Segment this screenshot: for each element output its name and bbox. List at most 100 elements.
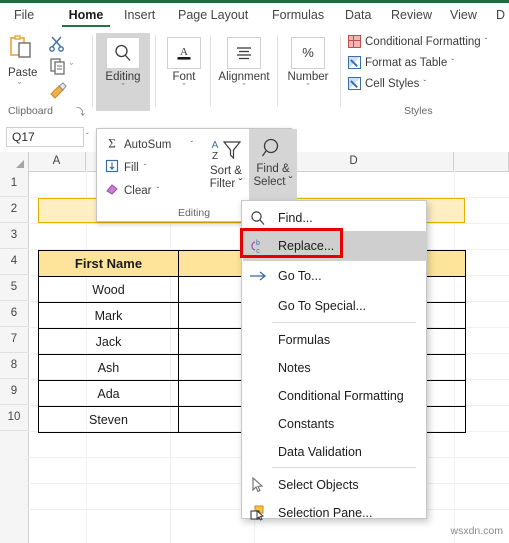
- number-caret-icon[interactable]: ˇ: [280, 83, 336, 92]
- cell-styles-icon: [348, 77, 361, 90]
- underlined-a-icon: A: [167, 37, 201, 69]
- sort-filter-icon: A Z: [204, 135, 248, 165]
- menu-item-data-validation[interactable]: Data Validation: [243, 437, 427, 467]
- ribbon-group-editing[interactable]: Editing ˇ: [96, 33, 150, 111]
- column-header-a[interactable]: A: [28, 152, 86, 171]
- svg-text:b: b: [256, 240, 260, 247]
- cell-first-name[interactable]: Steven: [38, 406, 179, 433]
- menu-item-select-objects-label: Select Objects: [278, 478, 359, 492]
- menu-item-selection-pane[interactable]: Selection Pane...: [243, 498, 427, 528]
- row-header-4[interactable]: 4: [0, 249, 28, 275]
- row-header-9[interactable]: 9: [0, 379, 28, 405]
- find-and-select-button[interactable]: Find & Select ˇ: [249, 129, 297, 205]
- format-as-table-icon: [348, 56, 361, 69]
- group-divider: [155, 35, 156, 107]
- fill-menu-item[interactable]: Fill ˇ: [105, 159, 146, 176]
- menu-item-notes-label: Notes: [278, 361, 311, 375]
- tab-file[interactable]: File: [14, 3, 48, 29]
- ribbon-group-number[interactable]: % Number ˇ: [280, 33, 336, 111]
- cell-first-name[interactable]: Wood: [38, 276, 179, 303]
- chevron-down-icon[interactable]: ˇ: [423, 79, 426, 88]
- row-header-10[interactable]: 10: [0, 405, 28, 431]
- watermark: wsxdn.com: [450, 525, 503, 537]
- row-header-8[interactable]: 8: [0, 353, 28, 379]
- copy-icon[interactable]: [50, 57, 68, 80]
- menu-item-notes[interactable]: Notes: [243, 353, 427, 383]
- cell-first-name[interactable]: Jack: [38, 328, 179, 355]
- ribbon-group-alignment[interactable]: Alignment ˇ: [213, 33, 275, 111]
- autosum-label: AutoSum: [124, 138, 172, 151]
- menu-item-replace[interactable]: b c Replace...: [243, 231, 427, 261]
- menu-item-constants[interactable]: Constants: [243, 409, 427, 439]
- menu-item-conditional-formatting[interactable]: Conditional Formatting: [243, 381, 427, 411]
- paste-icon[interactable]: [10, 35, 34, 65]
- row-header-2[interactable]: 2: [0, 197, 28, 223]
- autosum-caret-icon[interactable]: ˇ: [190, 140, 193, 149]
- sort-and-filter-button[interactable]: A Z Sort & Filter ˇ: [204, 135, 248, 191]
- excel-window: File Home Insert Page Layout Formulas Da…: [0, 0, 509, 543]
- menu-item-formulas[interactable]: Formulas: [243, 325, 427, 355]
- menu-item-conditional-formatting-label: Conditional Formatting: [278, 389, 404, 403]
- tab-insert[interactable]: Insert: [124, 3, 168, 29]
- column-header-e[interactable]: [454, 152, 509, 171]
- ribbon-group-font[interactable]: A Font ˇ: [160, 33, 208, 111]
- menu-item-go-to[interactable]: Go To...: [243, 261, 427, 291]
- find-select-label-line2: Select ˇ: [253, 176, 293, 188]
- clear-label: Clear: [124, 184, 152, 197]
- tab-view[interactable]: View: [450, 3, 484, 29]
- editing-caret-icon[interactable]: ˇ: [96, 83, 150, 92]
- select-all-corner[interactable]: [0, 152, 29, 171]
- clear-caret-icon[interactable]: ˇ: [156, 186, 159, 195]
- row-header-column: 1 2 3 4 5 6 7 8 9 10: [0, 171, 29, 543]
- row-header-3[interactable]: 3: [0, 223, 28, 249]
- menu-item-select-objects[interactable]: Select Objects: [243, 470, 427, 500]
- chevron-down-icon[interactable]: ˇ: [451, 58, 454, 67]
- tab-developer[interactable]: D: [496, 3, 509, 29]
- sigma-icon: Σ: [105, 136, 119, 153]
- row-header-5[interactable]: 5: [0, 275, 28, 301]
- menu-item-replace-label: Replace...: [278, 239, 335, 253]
- tab-review[interactable]: Review: [391, 3, 439, 29]
- autosum-menu-item[interactable]: Σ AutoSum ˇ: [105, 136, 193, 153]
- svg-text:%: %: [302, 45, 314, 60]
- row-header-7[interactable]: 7: [0, 327, 28, 353]
- row-header-1[interactable]: 1: [0, 171, 28, 197]
- sort-filter-label-line1: Sort &: [210, 165, 242, 177]
- alignment-caret-icon[interactable]: ˇ: [213, 83, 275, 92]
- menu-separator: [272, 467, 416, 468]
- fill-caret-icon[interactable]: ˇ: [144, 163, 147, 172]
- menu-item-find[interactable]: Find...: [243, 203, 427, 233]
- cell-styles-button[interactable]: Cell Styles ˇ: [348, 77, 426, 90]
- dialog-launcher-icon[interactable]: ⤵: [76, 105, 85, 118]
- cell-first-name[interactable]: Ada: [38, 380, 179, 407]
- name-box-caret-icon[interactable]: ˇ: [86, 132, 89, 141]
- cell-first-name[interactable]: Ash: [38, 354, 179, 381]
- styles-group-label: Styles: [404, 105, 433, 117]
- name-box[interactable]: Q17: [6, 127, 84, 147]
- format-painter-icon[interactable]: [48, 81, 68, 104]
- find-select-label-line1: Find &: [256, 163, 290, 175]
- row-header-6[interactable]: 6: [0, 301, 28, 327]
- fill-label: Fill: [124, 161, 139, 174]
- tab-home[interactable]: Home: [60, 3, 112, 29]
- svg-text:Z: Z: [212, 151, 218, 162]
- menu-item-go-to-special[interactable]: Go To Special...: [243, 291, 427, 321]
- copy-caret-icon[interactable]: ˇ: [70, 62, 73, 72]
- paste-caret-icon[interactable]: ˇ: [18, 81, 21, 91]
- paste-button-label[interactable]: Paste: [8, 67, 37, 79]
- percent-icon: %: [291, 37, 325, 69]
- tab-page-layout[interactable]: Page Layout: [178, 3, 262, 29]
- ribbon-tab-bar: File Home Insert Page Layout Formulas Da…: [0, 3, 509, 29]
- cell-first-name[interactable]: Mark: [38, 302, 179, 329]
- clear-menu-item[interactable]: Clear ˇ: [105, 182, 159, 199]
- svg-text:A: A: [180, 46, 188, 58]
- tab-formulas[interactable]: Formulas: [272, 3, 334, 29]
- font-caret-icon[interactable]: ˇ: [160, 83, 208, 92]
- menu-item-formulas-label: Formulas: [278, 333, 331, 347]
- chevron-down-icon[interactable]: ˇ: [485, 37, 488, 46]
- format-as-table-button[interactable]: Format as Table ˇ: [348, 56, 454, 69]
- clipboard-group-label: Clipboard: [8, 105, 53, 117]
- cut-scissors-icon[interactable]: [48, 35, 66, 58]
- conditional-formatting-button[interactable]: Conditional Formatting ˇ: [348, 35, 487, 48]
- tab-data[interactable]: Data: [345, 3, 379, 29]
